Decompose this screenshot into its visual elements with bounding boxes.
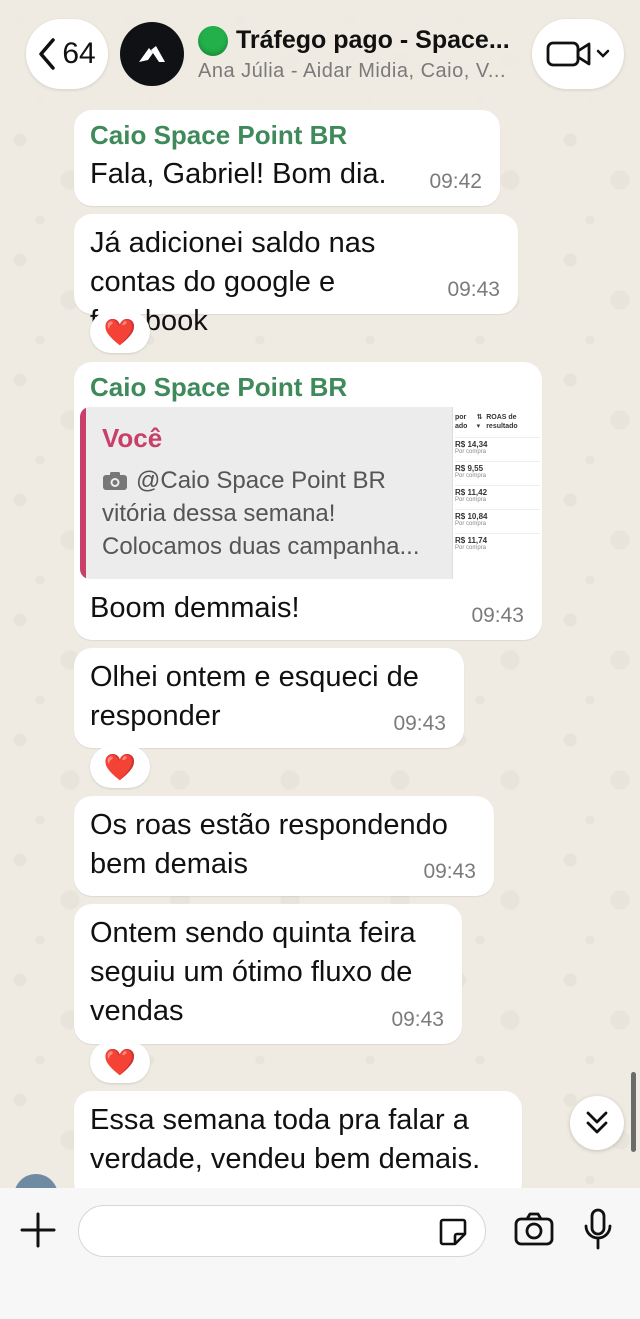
video-camera-icon — [546, 41, 591, 67]
composer-bar — [0, 1188, 640, 1319]
camera-icon — [103, 471, 127, 490]
message-time: 09:43 — [447, 278, 500, 301]
thumb-row: R$ 11,42 Por compra — [455, 485, 540, 503]
message-text: Fala, Gabriel! Bom dia. — [90, 158, 387, 190]
message-input[interactable] — [78, 1205, 486, 1257]
quote-line: Colocamos duas campanha... — [102, 533, 420, 560]
message-time: 09:43 — [391, 1008, 444, 1031]
microphone-icon[interactable] — [582, 1208, 614, 1250]
sticker-icon[interactable] — [437, 1216, 469, 1248]
quote-line: vitória dessa semana! — [102, 500, 336, 527]
logo-icon — [139, 46, 165, 62]
group-title: Tráfego pago - Space... — [236, 26, 510, 54]
thumb-sub: Por compra — [455, 473, 487, 479]
thumb-sub: Por compra — [455, 545, 487, 551]
thumb-row: R$ 11,74 Por compra — [455, 533, 540, 551]
message-bubble[interactable]: Olhei ontem e esqueci de responder 09:43 — [74, 648, 464, 748]
group-info[interactable]: Tráfego pago - Space... Ana Júlia - Aida… — [198, 25, 522, 83]
message-time: 09:42 — [429, 170, 482, 193]
heart-icon: ❤️ — [103, 1046, 137, 1077]
heart-reaction[interactable]: ❤️ — [90, 1041, 150, 1083]
chevron-left-icon — [39, 38, 56, 70]
back-button[interactable]: 64 — [26, 19, 108, 89]
heart-reaction[interactable]: ❤️ — [90, 746, 150, 788]
sender-name: Caio Space Point BR — [90, 120, 348, 150]
thumb-value: R$ 9,55 — [455, 464, 484, 473]
camera-icon[interactable] — [514, 1212, 554, 1246]
thumb-sub: Por compra — [455, 449, 487, 455]
video-call-button[interactable] — [532, 19, 624, 89]
unread-count: 64 — [62, 37, 96, 70]
chevron-down-icon — [596, 49, 610, 58]
message-bubble[interactable]: Essa semana toda pra falar a verdade, ve… — [74, 1091, 522, 1201]
thumb-header: por ado — [455, 414, 468, 430]
thumb-sub: Por compra — [455, 521, 487, 527]
message-bubble[interactable]: Caio Space Point BR Você @Caio Space Poi… — [74, 362, 542, 640]
message-text: Boom demmais! — [90, 592, 300, 624]
chat-header: 64 Tráfego pago - Space... Ana Júlia - A… — [0, 0, 640, 108]
group-members: Ana Júlia - Aidar Midia, Caio, V... — [198, 59, 507, 82]
scrollbar[interactable] — [631, 1072, 636, 1152]
quote-thumbnail: por ado ⇅ ▾ ROAS de resultado R$ 14,34 Po… — [452, 407, 542, 579]
message-time: 09:43 — [471, 604, 524, 627]
quote-author: Você — [102, 423, 163, 453]
green-circle-icon — [198, 25, 228, 56]
thumb-row: R$ 9,55 Por compra — [455, 461, 540, 479]
message-time: 09:43 — [423, 860, 476, 883]
group-avatar[interactable] — [120, 22, 184, 86]
thumb-row: R$ 14,34 Por compra — [455, 437, 540, 455]
thumb-value: R$ 14,34 — [455, 440, 488, 449]
heart-icon: ❤️ — [103, 751, 137, 782]
thumb-sub: Por compra — [455, 497, 487, 503]
heart-icon: ❤️ — [103, 316, 137, 347]
message-text: Essa semana toda pra falar a verdade, ve… — [90, 1104, 481, 1175]
thumb-value: R$ 11,42 — [455, 488, 488, 497]
heart-reaction[interactable]: ❤️ — [90, 311, 150, 353]
message-bubble[interactable]: Ontem sendo quinta feira seguiu um ótimo… — [74, 904, 462, 1044]
thumb-header: ROAS de resultado — [486, 414, 518, 430]
message-bubble[interactable]: Caio Space Point BR Fala, Gabriel! Bom d… — [74, 110, 500, 206]
plus-icon[interactable] — [18, 1210, 58, 1250]
thumb-row: R$ 10,84 Por compra — [455, 509, 540, 527]
quoted-message[interactable]: Você @Caio Space Point BR vitória dessa … — [80, 407, 542, 579]
message-text: Os roas estão respondendo bem demais — [90, 809, 448, 880]
message-time: 09:43 — [393, 712, 446, 735]
sender-name: Caio Space Point BR — [90, 372, 348, 402]
message-bubble[interactable]: Os roas estão respondendo bem demais 09:… — [74, 796, 494, 896]
thumb-value: R$ 11,74 — [455, 536, 488, 545]
quote-mention: @Caio Space Point BR — [136, 467, 386, 494]
message-bubble[interactable]: Já adicionei saldo nas contas do google … — [74, 214, 518, 337]
scroll-to-bottom-button[interactable] — [570, 1096, 624, 1150]
double-chevron-down-icon — [586, 1111, 608, 1134]
sort-icon: ⇅ ▾ — [476, 414, 483, 430]
thumb-value: R$ 10,84 — [455, 512, 488, 521]
